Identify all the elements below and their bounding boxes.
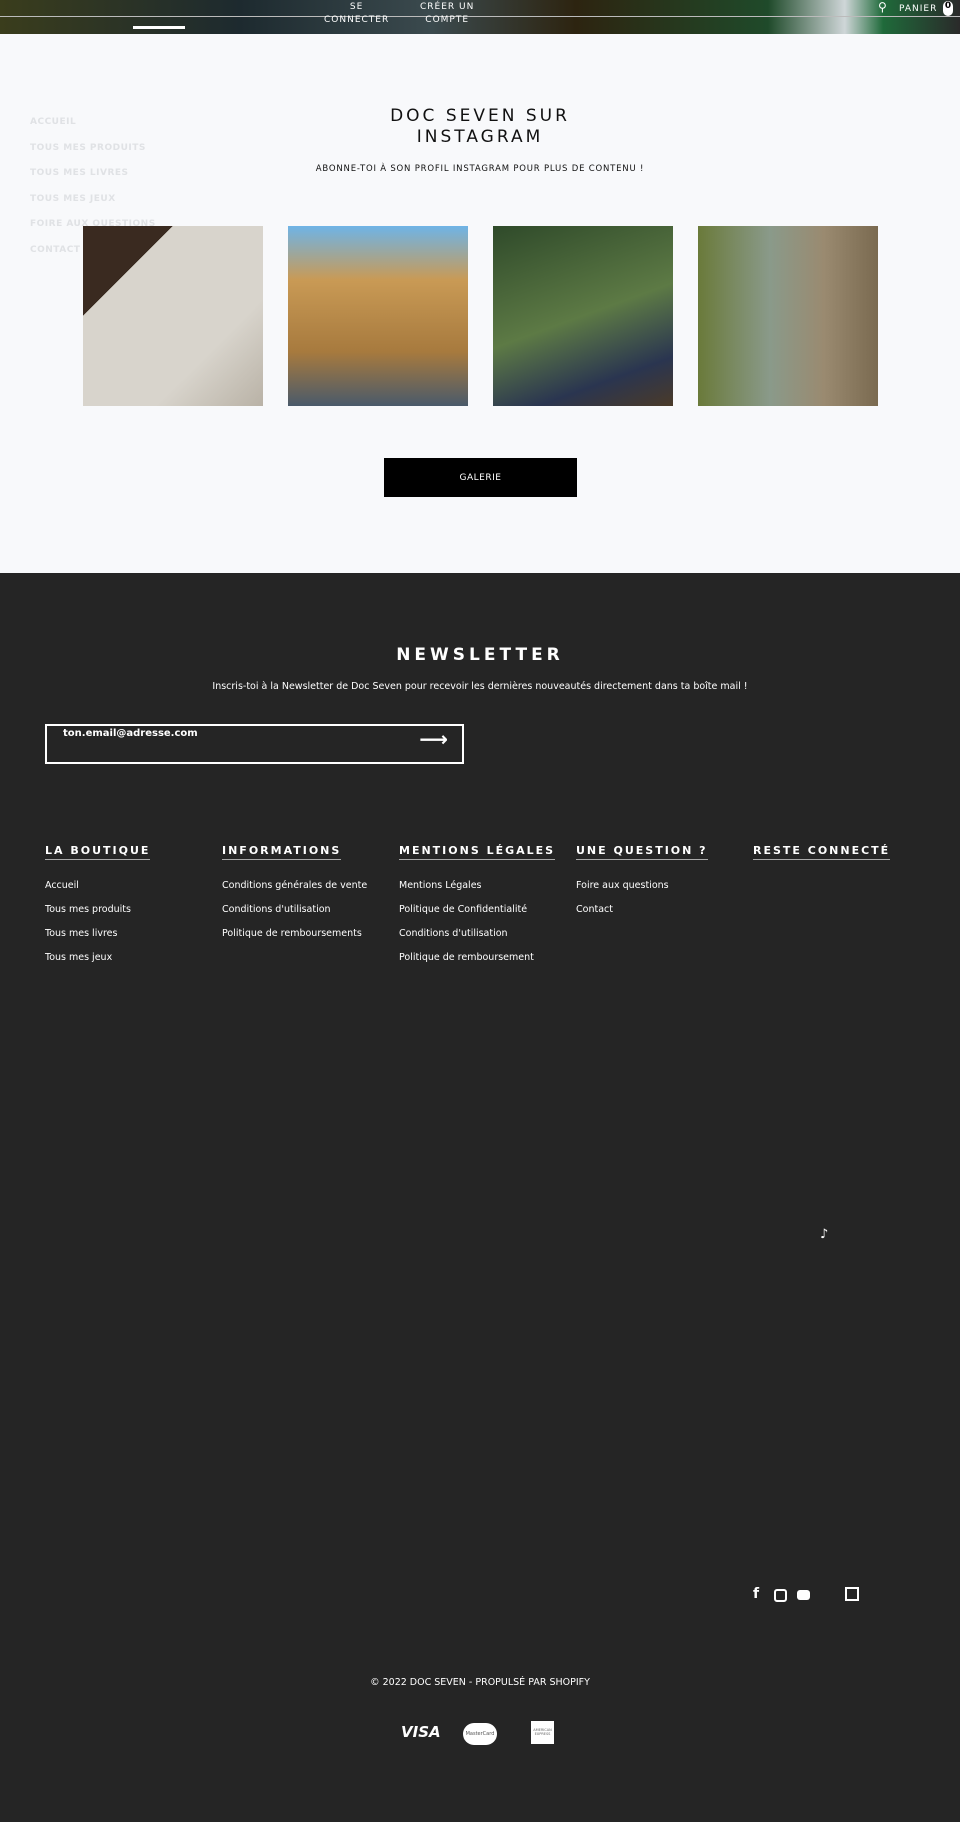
- visa-icon: VISA: [401, 1723, 441, 1741]
- newsletter-subtitle: Inscris-toi à la Newsletter de Doc Seven…: [212, 681, 748, 692]
- footer-col-mentions: MENTIONS LÉGALES Mentions Légales Politiq…: [399, 839, 556, 976]
- cart-link[interactable]: PANIER: [899, 3, 937, 16]
- col-title: INFORMATIONS: [222, 844, 342, 860]
- col-title: MENTIONS LÉGALES: [399, 844, 556, 860]
- email-placeholder: ton.email@adresse.com: [63, 728, 198, 739]
- amex-icon: AMERICAN EXPRESS: [531, 1721, 554, 1744]
- footer: NEWSLETTER Inscris-toi à la Newsletter d…: [0, 573, 960, 1822]
- register-label: COMPTE: [425, 15, 470, 25]
- footer-link[interactable]: Politique de remboursement: [399, 952, 555, 976]
- footer-link[interactable]: Tous mes livres: [45, 928, 150, 952]
- col-title: UNE QUESTION ?: [576, 844, 708, 860]
- footer-link[interactable]: Conditions d'utilisation: [222, 904, 367, 928]
- footer-link[interactable]: Accueil: [45, 880, 150, 904]
- instagram-photo[interactable]: [288, 226, 468, 406]
- instagram-icon[interactable]: [774, 1589, 787, 1602]
- cart-count-badge: 0: [943, 1, 953, 16]
- footer-col-social: RESTE CONNECTÉ: [753, 839, 891, 880]
- gallery-button[interactable]: GALERIE: [384, 458, 577, 497]
- register-label: CRÉER UN: [420, 2, 475, 12]
- footer-link[interactable]: Conditions générales de vente: [222, 880, 367, 904]
- login-label: SE: [349, 2, 364, 12]
- instagram-subtitle: ABONNE-TOI À SON PROFIL INSTAGRAM POUR P…: [315, 164, 645, 174]
- title-line: INSTAGRAM: [416, 127, 544, 147]
- twitch-icon[interactable]: [845, 1587, 859, 1601]
- instagram-photo[interactable]: [698, 226, 878, 406]
- newsletter-email-input[interactable]: ton.email@adresse.com ⟶: [45, 724, 464, 764]
- footer-col-question: UNE QUESTION ? Foire aux questions Contac…: [576, 839, 708, 928]
- facebook-icon[interactable]: f: [753, 1586, 759, 1602]
- youtube-icon[interactable]: [797, 1590, 810, 1600]
- footer-link[interactable]: Mentions Légales: [399, 880, 555, 904]
- footer-link[interactable]: Tous mes produits: [45, 904, 150, 928]
- tiktok-icon[interactable]: ♪: [820, 1227, 828, 1242]
- footer-link[interactable]: Foire aux questions: [576, 880, 708, 904]
- register-link[interactable]: CRÉER UN COMPTE: [420, 1, 474, 27]
- menu-item-jeux[interactable]: TOUS MES JEUX: [30, 194, 156, 220]
- mastercard-icon: MasterCard: [463, 1723, 497, 1745]
- footer-link[interactable]: Tous mes jeux: [45, 952, 150, 976]
- login-label: CONNECTER: [324, 15, 390, 25]
- footer-link[interactable]: Contact: [576, 904, 708, 928]
- newsletter-title: NEWSLETTER: [396, 645, 564, 665]
- col-title: RESTE CONNECTÉ: [753, 844, 891, 860]
- instagram-title: DOC SEVEN SUR INSTAGRAM: [0, 106, 960, 148]
- arrow-right-icon[interactable]: ⟶: [419, 729, 448, 749]
- logo[interactable]: [133, 26, 185, 36]
- copyright: © 2022 DOC SEVEN - PROPULSÉ PAR SHOPIFY: [370, 1677, 590, 1688]
- footer-col-informations: INFORMATIONS Conditions générales de ven…: [222, 839, 367, 952]
- title-line: DOC SEVEN SUR: [390, 106, 570, 126]
- instagram-photo[interactable]: [83, 226, 263, 406]
- divider: [0, 16, 960, 17]
- search-icon[interactable]: ⚲: [878, 0, 887, 14]
- footer-col-boutique: LA BOUTIQUE Accueil Tous mes produits Tous…: [45, 839, 151, 976]
- instagram-photo[interactable]: [493, 226, 673, 406]
- col-title: LA BOUTIQUE: [45, 844, 151, 860]
- footer-link[interactable]: Politique de Confidentialité: [399, 904, 555, 928]
- login-link[interactable]: SE CONNECTER: [324, 1, 389, 27]
- footer-link[interactable]: Politique de remboursements: [222, 928, 367, 952]
- footer-link[interactable]: Conditions d'utilisation: [399, 928, 555, 952]
